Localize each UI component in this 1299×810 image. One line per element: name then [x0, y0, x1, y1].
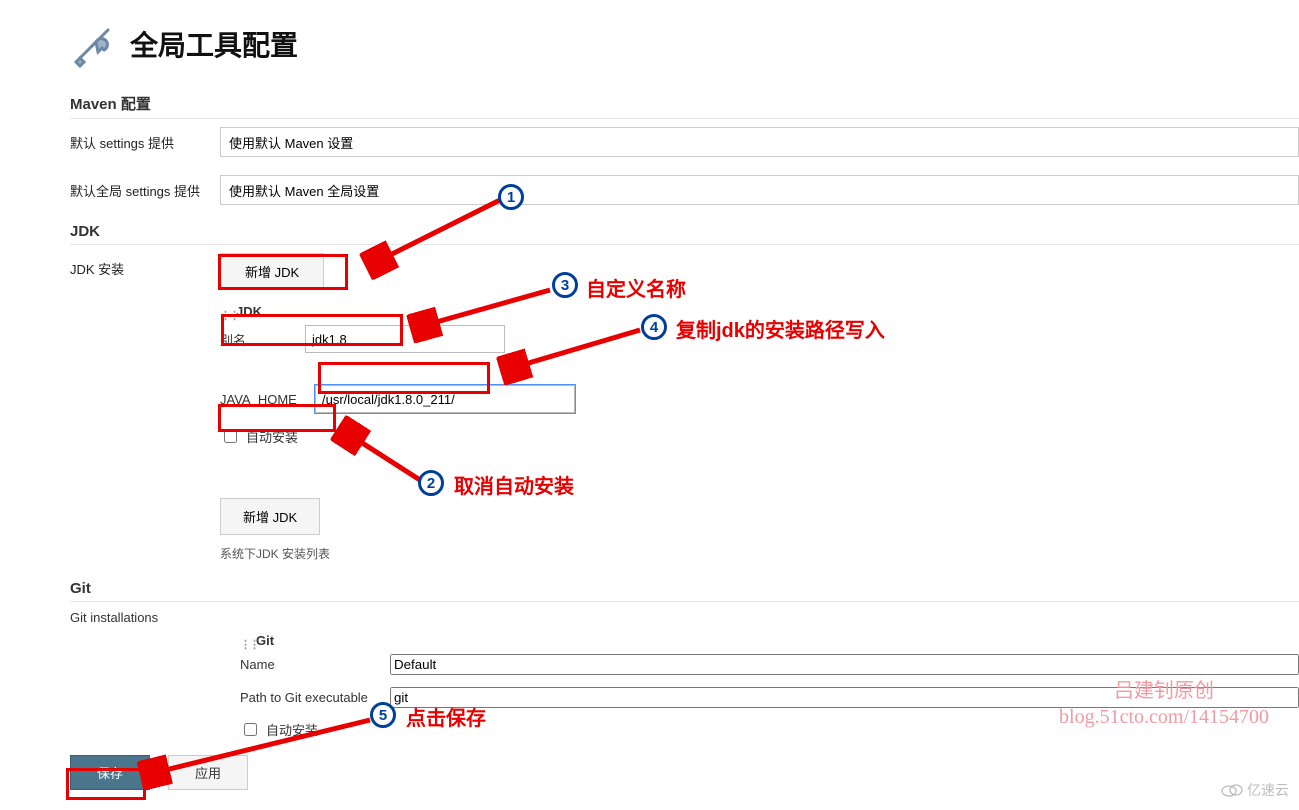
maven-default-settings-label: 默认 settings 提供 — [70, 127, 220, 152]
jdk-group-name: JDK — [236, 304, 262, 319]
page-title: 全局工具配置 — [130, 24, 298, 64]
jdk-section-title: JDK — [70, 223, 1299, 245]
git-auto-install-label: 自动安装 — [266, 720, 318, 739]
annotation-bubble-3: 3 — [552, 272, 578, 298]
annotation-bubble-2: 2 — [418, 470, 444, 496]
tools-icon — [70, 20, 118, 68]
drag-handle-icon[interactable] — [220, 307, 232, 319]
git-auto-install-checkbox[interactable] — [244, 723, 257, 736]
apply-button[interactable]: 应用 — [168, 755, 248, 790]
java-home-label: JAVA_HOME — [220, 392, 315, 407]
jdk-list-description: 系统下JDK 安装列表 — [220, 545, 575, 562]
drag-handle-icon[interactable] — [240, 636, 252, 648]
annotation-bubble-5: 5 — [370, 702, 396, 728]
page-header: 全局工具配置 — [70, 20, 1299, 68]
annotation-text-5: 点击保存 — [406, 702, 486, 731]
author-watermark: 吕建钊原创 blog.51cto.com/14154700 — [1059, 678, 1269, 730]
add-jdk-button-bottom[interactable]: 新增 JDK — [220, 498, 320, 535]
maven-default-settings-select[interactable] — [220, 127, 1299, 157]
annotation-bubble-4: 4 — [641, 314, 667, 340]
git-group-name: Git — [256, 633, 274, 648]
annotation-text-4: 复制jdk的安装路径写入 — [676, 314, 885, 343]
annotation-text-2: 取消自动安装 — [454, 470, 574, 499]
git-section-title: Git — [70, 580, 1299, 602]
java-home-input[interactable] — [315, 385, 575, 413]
git-path-label: Path to Git executable — [240, 690, 390, 705]
maven-global-settings-select[interactable] — [220, 175, 1299, 205]
maven-section-title: Maven 配置 — [70, 93, 1299, 119]
jdk-install-label: JDK 安装 — [70, 253, 220, 278]
alias-label: 别名 — [220, 330, 305, 349]
alias-input[interactable] — [305, 325, 505, 353]
git-name-input[interactable] — [390, 654, 1299, 675]
annotation-bubble-1: 1 — [498, 184, 524, 210]
annotation-text-3: 自定义名称 — [586, 273, 686, 302]
maven-global-settings-label: 默认全局 settings 提供 — [70, 175, 220, 200]
save-button[interactable]: 保存 — [70, 755, 150, 790]
jdk-auto-install-label: 自动安装 — [246, 427, 298, 446]
brand-watermark: 亿速云 — [1221, 780, 1289, 800]
git-installations-label: Git installations — [70, 610, 1299, 625]
add-jdk-button-top[interactable]: 新增 JDK — [220, 253, 324, 290]
git-name-label: Name — [240, 657, 390, 672]
jdk-auto-install-checkbox[interactable] — [224, 430, 237, 443]
